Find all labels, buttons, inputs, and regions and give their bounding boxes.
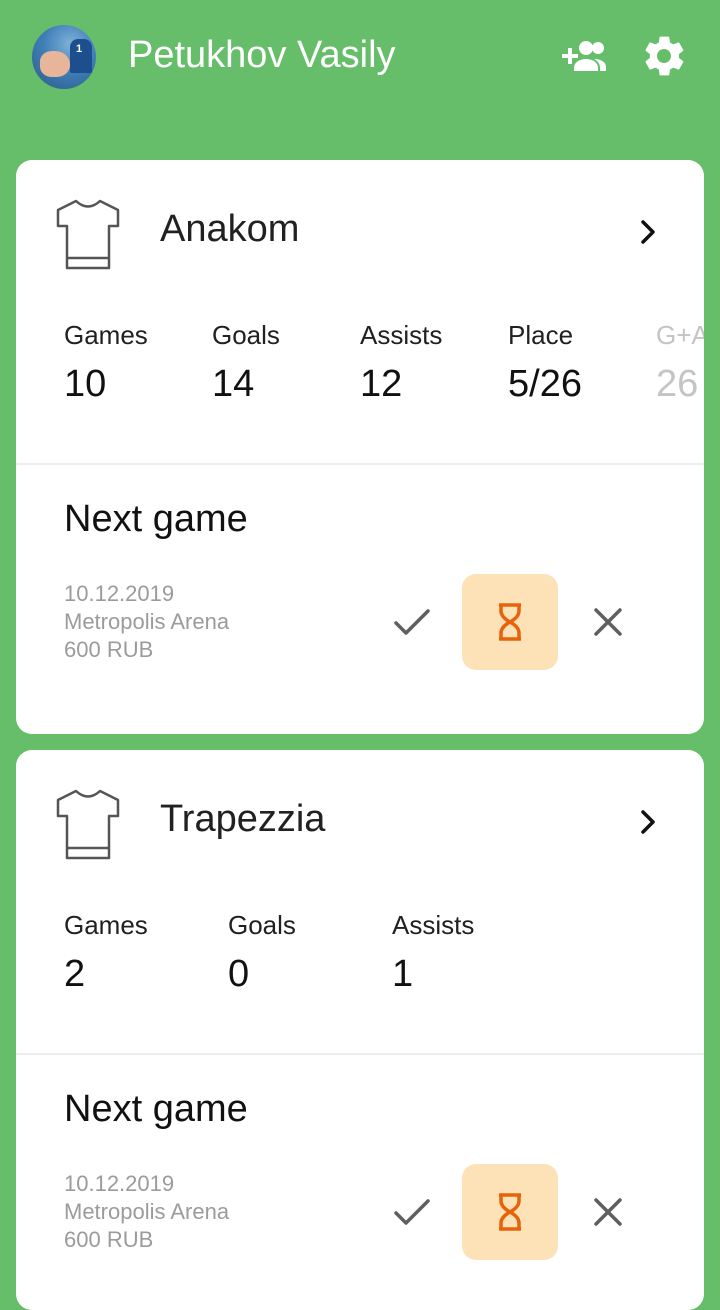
jersey-icon: [56, 789, 120, 860]
close-icon: [594, 608, 622, 636]
divider: [16, 1053, 704, 1055]
gear-icon[interactable]: [640, 32, 688, 80]
decline-button[interactable]: [560, 574, 656, 670]
team-header-row[interactable]: Trapezzia: [16, 750, 704, 900]
stat-assists: Assists 12: [360, 320, 443, 405]
check-icon: [394, 1199, 430, 1225]
team-name: Trapezzia: [160, 798, 326, 840]
user-avatar[interactable]: 1: [32, 25, 96, 89]
team-stats: Games 2 Goals 0 Assists 1: [16, 910, 704, 1010]
check-icon: [394, 609, 430, 635]
next-game-title: Next game: [64, 1088, 248, 1130]
stat-assists: Assists 1: [392, 910, 475, 995]
team-card-anakom: Anakom Games 10 Goals 14 Assists 12 Plac…: [16, 160, 704, 734]
add-people-icon[interactable]: [560, 32, 608, 80]
team-header-row[interactable]: Anakom: [16, 160, 704, 310]
decline-button[interactable]: [560, 1164, 656, 1260]
team-stats: Games 10 Goals 14 Assists 12 Place 5/26 …: [16, 320, 704, 420]
chevron-right-icon[interactable]: [634, 216, 662, 248]
avatar-hand: [40, 51, 70, 77]
next-game-title: Next game: [64, 498, 248, 540]
close-icon: [594, 1198, 622, 1226]
game-venue: Metropolis Arena: [64, 609, 230, 634]
stat-goals-plus-assists: G+A 26: [656, 320, 704, 405]
chevron-right-icon[interactable]: [634, 806, 662, 838]
next-game-info: 10.12.2019 Metropolis Arena 600 RUB: [64, 1170, 229, 1254]
game-date: 10.12.2019: [64, 1171, 175, 1196]
stat-games: Games 2: [64, 910, 148, 995]
team-card-trapezzia: Trapezzia Games 2 Goals 0 Assists 1 Next…: [16, 750, 704, 1310]
pending-button[interactable]: [462, 1164, 558, 1260]
app-header: 1 Petukhov Vasily: [0, 0, 720, 120]
next-game-info: 10.12.2019 Metropolis Arena 600 RUB: [64, 580, 229, 664]
game-price: 600 RUB: [64, 1227, 154, 1252]
hourglass-icon: [499, 603, 521, 641]
stat-games: Games 10: [64, 320, 148, 405]
jersey-icon: [56, 199, 120, 270]
user-name: Petukhov Vasily: [128, 34, 396, 76]
stat-place: Place 5/26: [508, 320, 582, 405]
game-price: 600 RUB: [64, 637, 154, 662]
hourglass-icon: [499, 1193, 521, 1231]
stat-goals: Goals 14: [212, 320, 280, 405]
accept-button[interactable]: [364, 1164, 460, 1260]
game-venue: Metropolis Arena: [64, 1199, 230, 1224]
pending-button[interactable]: [462, 574, 558, 670]
accept-button[interactable]: [364, 574, 460, 670]
stat-goals: Goals 0: [228, 910, 296, 995]
divider: [16, 463, 704, 465]
team-name: Anakom: [160, 208, 300, 250]
game-date: 10.12.2019: [64, 581, 175, 606]
